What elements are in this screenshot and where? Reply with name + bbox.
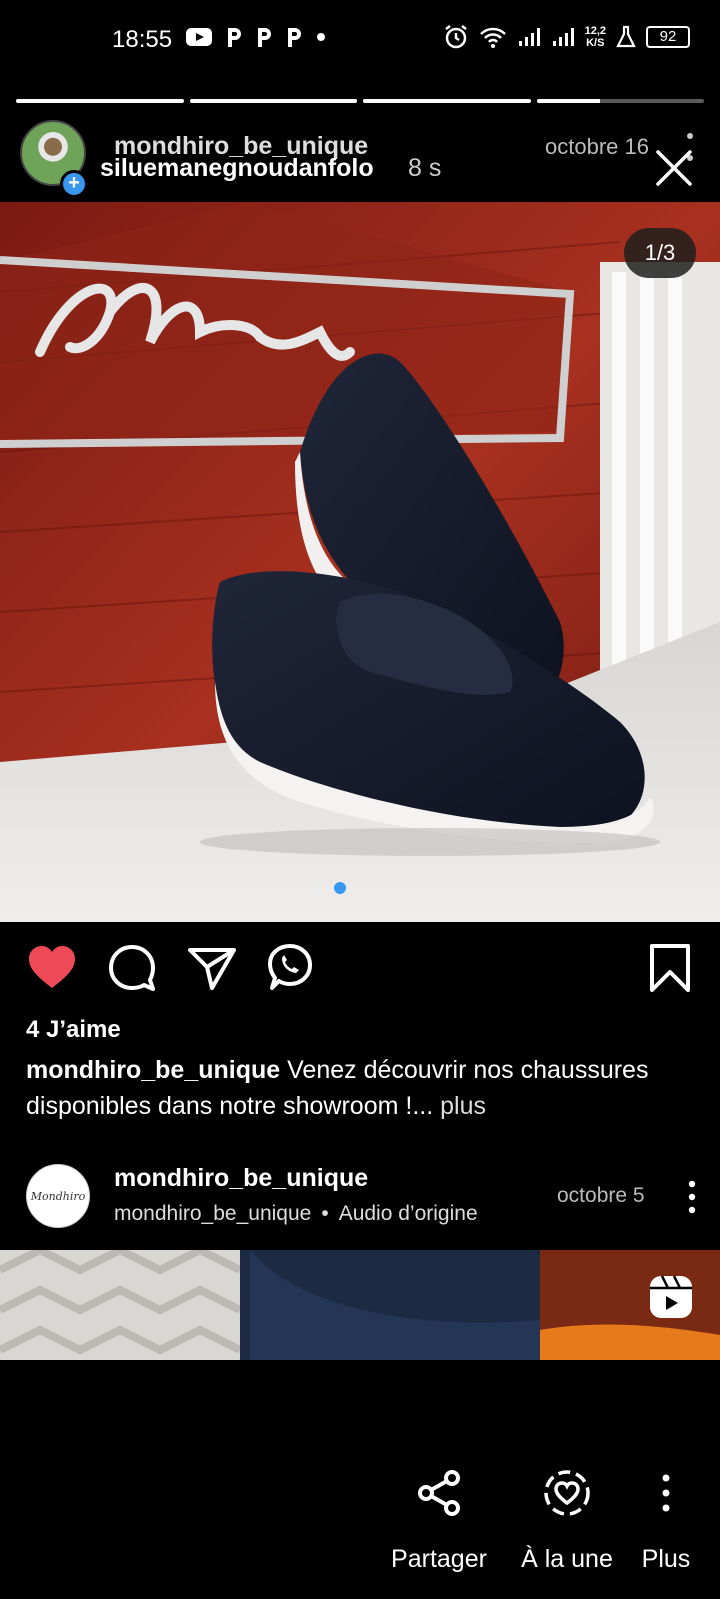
post-caption[interactable]: mondhiro_be_unique Venez découvrir nos c… bbox=[26, 1052, 706, 1124]
audio-label[interactable]: Audio d’origine bbox=[339, 1202, 478, 1226]
story-avatar[interactable]: + bbox=[20, 120, 88, 198]
signal-icon bbox=[518, 28, 540, 46]
more-options-icon[interactable] bbox=[688, 1180, 696, 1214]
story-time-ago: 8 s bbox=[408, 154, 442, 182]
second-post-subtitle: mondhiro_be_unique • Audio d’origine bbox=[114, 1202, 478, 1226]
bookmark-icon[interactable] bbox=[644, 942, 696, 994]
highlight-heart-icon bbox=[544, 1470, 590, 1516]
alarm-icon bbox=[444, 25, 467, 49]
add-icon[interactable]: + bbox=[60, 170, 88, 198]
heart-icon[interactable] bbox=[26, 942, 78, 994]
more-vertical-icon bbox=[662, 1474, 670, 1512]
second-post-header: Mondhiro mondhiro_be_unique mondhiro_be_… bbox=[0, 1150, 720, 1250]
story-header: + mondhiro_be_unique octobre 16 silueman… bbox=[0, 116, 720, 202]
flask-icon bbox=[616, 25, 636, 48]
p-app-icon bbox=[228, 28, 241, 47]
post-date-behind: octobre 16 bbox=[545, 134, 649, 159]
progress-segment bbox=[189, 99, 357, 103]
status-bar: 18:55 12,2 K/S 92 bbox=[0, 0, 720, 80]
reel-thumbnail bbox=[0, 1250, 720, 1360]
caption-more-link[interactable]: plus bbox=[433, 1092, 486, 1120]
send-icon[interactable] bbox=[186, 942, 238, 994]
progress-segment-current bbox=[536, 99, 704, 103]
avatar-logo-text: Mondhiro bbox=[30, 1189, 86, 1203]
notification-icons bbox=[186, 26, 326, 48]
p-app-icon bbox=[258, 28, 271, 47]
system-icons: 12,2 K/S 92 bbox=[443, 24, 690, 50]
status-time: 18:55 bbox=[112, 26, 173, 53]
subtitle-username[interactable]: mondhiro_be_unique bbox=[114, 1202, 311, 1226]
network-speed-unit: K/S bbox=[586, 37, 605, 49]
comment-icon[interactable] bbox=[106, 942, 158, 994]
more-label: Plus bbox=[641, 1545, 691, 1573]
signal-icon bbox=[552, 28, 574, 46]
image-counter: 1/3 bbox=[624, 228, 696, 278]
second-post-image[interactable] bbox=[0, 1250, 720, 1360]
battery-icon: 92 bbox=[646, 26, 690, 48]
story-bottom-bar: Partager À la une Plus bbox=[0, 1440, 720, 1580]
youtube-icon bbox=[186, 28, 212, 46]
second-post-username[interactable]: mondhiro_be_unique bbox=[114, 1164, 368, 1193]
second-post-avatar[interactable]: Mondhiro bbox=[26, 1164, 90, 1228]
share-label: Partager bbox=[391, 1545, 487, 1573]
share-button[interactable]: Partager bbox=[384, 1468, 494, 1574]
reels-icon bbox=[650, 1275, 692, 1318]
network-speed-value: 12,2 bbox=[584, 25, 606, 37]
like-count[interactable]: 4 J’aime bbox=[26, 1016, 121, 1044]
whatsapp-icon[interactable] bbox=[264, 942, 316, 994]
post-image[interactable]: 1/3 bbox=[0, 202, 720, 922]
share-icon bbox=[418, 1470, 460, 1516]
close-icon[interactable] bbox=[652, 146, 696, 190]
separator-dot: • bbox=[321, 1202, 329, 1225]
wifi-icon bbox=[479, 27, 506, 48]
p-app-icon bbox=[288, 28, 301, 47]
progress-segment bbox=[16, 99, 184, 103]
post-actions bbox=[0, 942, 720, 1002]
story-progress bbox=[16, 99, 704, 103]
progress-segment bbox=[363, 99, 531, 103]
highlight-button[interactable]: À la une bbox=[512, 1468, 622, 1574]
dot-icon bbox=[317, 33, 325, 41]
story-username[interactable]: siluemanegnoudanfolo bbox=[100, 154, 374, 183]
highlight-label: À la une bbox=[521, 1545, 613, 1573]
caption-username[interactable]: mondhiro_be_unique bbox=[26, 1056, 280, 1084]
shoe-photo bbox=[0, 202, 720, 922]
network-speed: 12,2 K/S bbox=[585, 25, 606, 49]
carousel-dot bbox=[334, 882, 346, 894]
second-post-date: octobre 5 bbox=[557, 1184, 645, 1207]
more-button[interactable]: Plus bbox=[636, 1468, 696, 1574]
